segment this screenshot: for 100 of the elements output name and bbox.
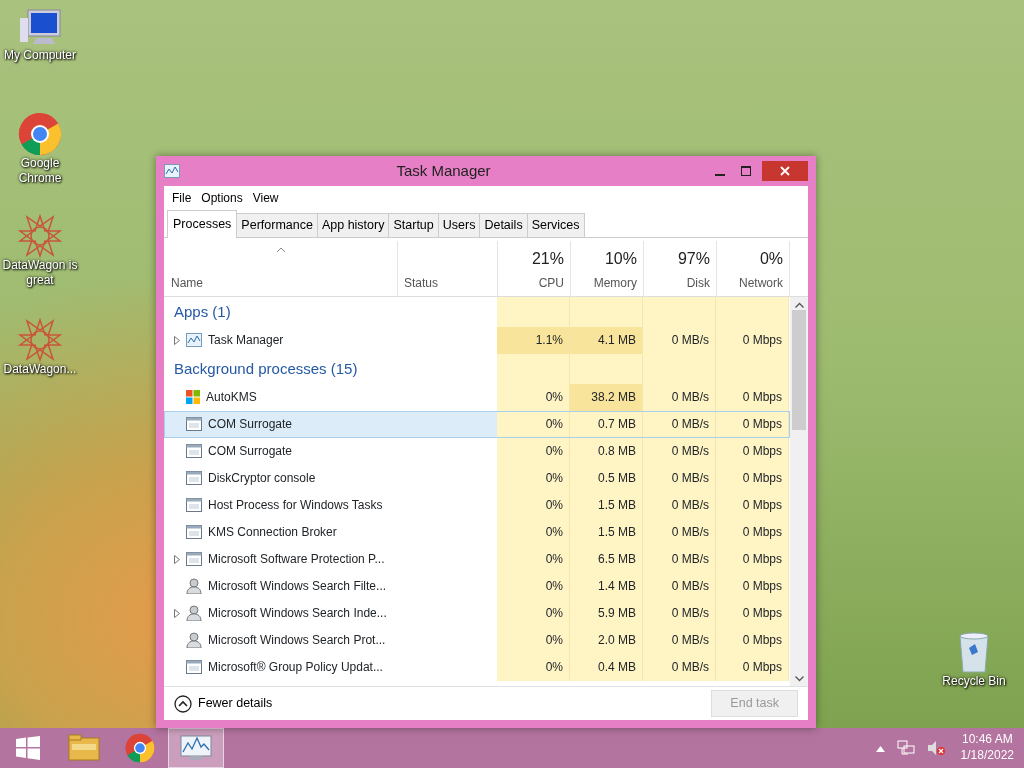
column-header[interactable]: Memory: [593, 273, 637, 292]
process-row[interactable]: KMS Connection Broker 0% 1.5 MB 0 MB/s 0 Mbps: [164, 518, 790, 546]
table-cell: 0 MB/s: [643, 545, 716, 573]
table-cell: 0 MB/s: [643, 464, 716, 492]
table-cell: 0 Mbps: [716, 410, 789, 438]
table-cell: 0%: [497, 626, 570, 654]
process-row[interactable]: Microsoft Windows Search Prot... 0% 2.0 MB 0 MB/s 0 Mbps: [164, 626, 790, 654]
table-cell: 0%: [497, 437, 570, 465]
column-header[interactable]: Status: [404, 273, 491, 292]
table-cell: 0%: [497, 653, 570, 681]
process-row[interactable]: Microsoft® Group Policy Updat... 0% 0.4 MB 0 MB/s 0 Mbps: [164, 653, 790, 681]
menu-item[interactable]: Options: [197, 188, 247, 208]
process-row[interactable]: Microsoft Windows Search Filte... 0% 1.4 MB 0 MB/s 0 Mbps: [164, 572, 790, 600]
table-cell: 0 MB/s: [643, 437, 716, 465]
table-cell: 0 MB/s: [643, 626, 716, 654]
window-icon: [186, 444, 202, 459]
tab[interactable]: Details: [479, 213, 528, 237]
table-cell: 0 Mbps: [716, 491, 789, 519]
up-arrow-icon: [875, 745, 885, 752]
scroll-up-icon: [794, 301, 804, 308]
table-cell: 0%: [497, 410, 570, 438]
table-cell: 0 Mbps: [716, 383, 789, 411]
four-squares-icon: [186, 390, 200, 405]
scrollbar[interactable]: [790, 296, 808, 686]
table-cell: 0.4 MB: [570, 653, 643, 681]
table-cell: 0 MB/s: [643, 572, 716, 600]
process-row[interactable]: Task Manager 1.1% 4.1 MB 0 MB/s 0 Mbps: [164, 326, 790, 354]
table-cell: 0 Mbps: [716, 572, 789, 600]
table-cell: 0 MB/s: [643, 383, 716, 411]
tab[interactable]: Users: [437, 213, 481, 237]
maximize-icon: [741, 166, 751, 176]
process-row[interactable]: AutoKMS 0% 38.2 MB 0 MB/s 0 Mbps: [164, 383, 790, 411]
close-button[interactable]: [762, 161, 808, 181]
table-cell: 0%: [497, 572, 570, 600]
window-icon: [186, 525, 202, 540]
process-name: Host Process for Windows Tasks: [208, 497, 383, 515]
clock-date[interactable]: 1/18/2022: [960, 748, 1014, 764]
menu-item[interactable]: File: [168, 188, 196, 208]
process-name: KMS Connection Broker: [208, 524, 337, 542]
fewer-details-button[interactable]: Fewer details: [174, 694, 273, 713]
star-pattern-icon: [18, 318, 62, 362]
column-summary: 10%: [604, 248, 637, 269]
table-cell: 0.8 MB: [570, 437, 643, 465]
table-cell: 0 Mbps: [716, 545, 789, 573]
table-cell: 0 MB/s: [643, 491, 716, 519]
close-icon: [780, 166, 790, 176]
scrollbar-thumb[interactable]: [792, 309, 806, 430]
table-cell: 0 MB/s: [643, 518, 716, 546]
column-header[interactable]: Disk: [686, 273, 710, 292]
person-icon: [186, 605, 202, 622]
process-name: Microsoft Windows Search Filte...: [208, 578, 387, 596]
process-name: COM Surrogate: [208, 416, 293, 434]
table-cell: 0 Mbps: [716, 437, 789, 465]
table-cell: 0 MB/s: [643, 653, 716, 681]
window-icon: [186, 660, 202, 675]
table-cell: 0%: [497, 545, 570, 573]
table-cell: 0%: [497, 464, 570, 492]
collapse-up-icon: [174, 694, 192, 713]
tab[interactable]: App history: [316, 213, 390, 237]
star-pattern-icon: [18, 214, 62, 258]
process-name: COM Surrogate: [208, 443, 293, 461]
column-header[interactable]: Name: [171, 273, 391, 292]
process-row[interactable]: Microsoft Windows Search Inde... 0% 5.9 MB 0 MB/s 0 Mbps: [164, 599, 790, 627]
process-name: DiskCryptor console: [208, 470, 316, 488]
muted-speaker-icon: [926, 740, 945, 756]
scroll-down-icon: [794, 676, 804, 682]
process-row[interactable]: COM Surrogate 0% 0.7 MB 0 MB/s 0 Mbps: [164, 410, 790, 438]
process-row[interactable]: Microsoft Software Protection P... 0% 6.5 MB 0 MB/s 0 Mbps: [164, 545, 790, 573]
process-row[interactable]: Host Process for Windows Tasks 0% 1.5 MB 0 MB/s 0 Mbps: [164, 491, 790, 519]
table-cell: 0 MB/s: [643, 599, 716, 627]
table-cell: 1.5 MB: [570, 491, 643, 519]
taskbar-app[interactable]: [168, 728, 224, 768]
column-summary: 97%: [677, 248, 710, 269]
table-cell: 4.1 MB: [570, 326, 643, 354]
table-cell: 6.5 MB: [570, 545, 643, 573]
clock-time[interactable]: 10:46 AM: [960, 732, 1014, 748]
table-cell: 0.5 MB: [570, 464, 643, 492]
window-icon: [186, 471, 202, 486]
recycle-bin-icon: [956, 630, 992, 674]
chrome-icon: [18, 112, 62, 156]
table-cell: 0 MB/s: [643, 410, 716, 438]
table-cell: 1.5 MB: [570, 518, 643, 546]
tab[interactable]: Startup: [388, 213, 439, 237]
column-summary: 0%: [759, 248, 783, 269]
process-row[interactable]: COM Surrogate 0% 0.8 MB 0 MB/s 0 Mbps: [164, 437, 790, 465]
table-cell: 1.1%: [497, 326, 570, 354]
table-cell: 0 Mbps: [716, 653, 789, 681]
column-header[interactable]: CPU: [538, 273, 564, 292]
table-cell: 0 Mbps: [716, 599, 789, 627]
chrome-icon: [125, 733, 155, 763]
tab[interactable]: Services: [526, 213, 585, 237]
tab[interactable]: Performance: [236, 213, 318, 237]
tab[interactable]: Processes: [167, 210, 238, 238]
table-cell: 1.4 MB: [570, 572, 643, 600]
group-heading: Apps (1): [173, 301, 232, 322]
column-header[interactable]: Network: [739, 273, 783, 292]
process-row[interactable]: DiskCryptor console 0% 0.5 MB 0 MB/s 0 Mbps: [164, 464, 790, 492]
menu-item[interactable]: View: [248, 188, 283, 208]
chart-icon: [164, 164, 180, 178]
table-cell: 0%: [497, 599, 570, 627]
